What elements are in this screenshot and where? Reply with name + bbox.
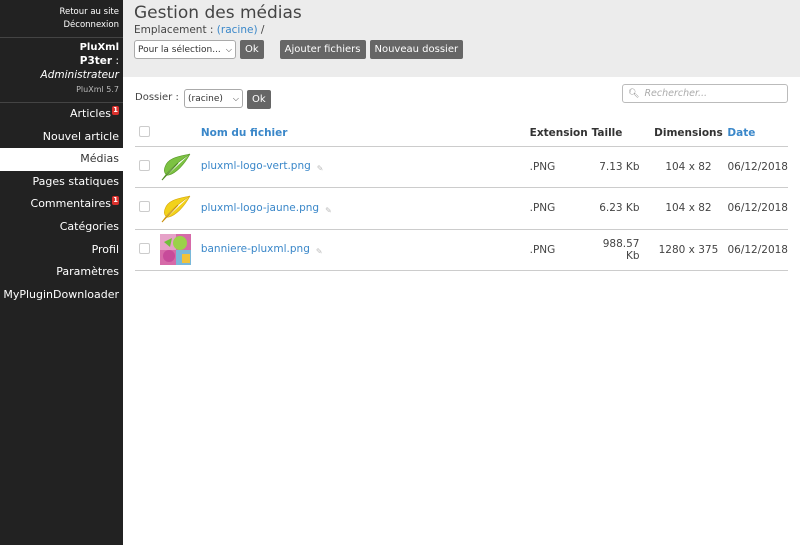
logout-link[interactable]: Déconnexion	[0, 19, 119, 32]
folder-ok-button[interactable]: Ok	[247, 90, 271, 109]
sidebar-item-myplugindownloader[interactable]: MyPluginDownloader	[0, 284, 123, 307]
chevron-down-icon: ⌵	[232, 93, 239, 103]
table-row: pluxml-logo-vert.png ✎ .PNG 7.13 Kb 104 x…	[135, 146, 788, 188]
banner-thumbnail[interactable]	[159, 234, 191, 266]
file-dimensions: 104 x 82	[649, 146, 728, 188]
file-date: 06/12/2018	[727, 187, 788, 230]
file-name-link[interactable]: pluxml-logo-jaune.png	[201, 202, 319, 214]
user-name: P3ter	[79, 55, 113, 67]
file-name-link[interactable]: pluxml-logo-vert.png	[201, 160, 311, 172]
file-dimensions: 104 x 82	[649, 187, 728, 230]
leaf-green-thumbnail[interactable]	[160, 151, 191, 182]
user-role: Administrateur	[40, 69, 119, 81]
sidebar-item-articles[interactable]: Articles 1	[0, 103, 123, 126]
column-header-date[interactable]: Date	[727, 121, 788, 147]
row-checkbox[interactable]	[139, 201, 150, 213]
back-to-site-link[interactable]: Retour au site	[0, 6, 119, 19]
page-title: Gestion des médias	[134, 3, 302, 23]
folder-filter-row: Dossier : (racine) ⌵ Ok 🔍︎ Rechercher...	[135, 84, 788, 109]
file-dimensions: 1280 x 375	[649, 229, 728, 271]
breadcrumb-root-link[interactable]: (racine)	[217, 24, 258, 36]
sidebar-item-label: Catégories	[59, 219, 119, 233]
folder-label: Dossier :	[135, 92, 179, 103]
chevron-down-icon: ⌵	[225, 44, 232, 54]
sidebar-item-comments[interactable]: Commentaires 1	[0, 193, 123, 216]
comments-count-badge: 1	[112, 196, 119, 206]
sidebar-item-label: Paramètres	[56, 265, 119, 279]
bulk-action-select[interactable]: Pour la sélection... ⌵	[134, 40, 236, 59]
table-row: pluxml-logo-jaune.png ✎ .PNG 6.23 Kb 104 …	[135, 187, 788, 230]
top-links: Retour au site Déconnexion	[0, 0, 123, 37]
location-label: Emplacement :	[134, 24, 217, 36]
sidebar-item-label: Profil	[91, 242, 119, 256]
search-input[interactable]: 🔍︎ Rechercher...	[622, 84, 788, 103]
file-extension: .PNG	[529, 146, 592, 188]
file-date: 06/12/2018	[727, 146, 788, 188]
sidebar-item-label: Commentaires	[30, 197, 111, 211]
sidebar-item-profile[interactable]: Profil	[0, 239, 123, 262]
new-folder-button[interactable]: Nouveau dossier	[369, 40, 464, 59]
file-size: 6.23 Kb	[591, 187, 650, 230]
folder-select-value: (racine)	[188, 93, 223, 104]
app-name: PluXml	[79, 42, 119, 53]
file-name-link[interactable]: banniere-pluxml.png	[201, 243, 310, 255]
sidebar-item-new-article[interactable]: Nouvel article	[0, 126, 123, 149]
profile-block: PluXml P3ter : Administrateur PluXml 5.7	[0, 37, 123, 102]
file-extension: .PNG	[529, 229, 592, 271]
sidebar-item-label: MyPluginDownloader	[3, 287, 119, 301]
sidebar-item-settings[interactable]: Paramètres	[0, 261, 123, 284]
column-header-name[interactable]: Nom du fichier	[200, 121, 530, 147]
select-all-checkbox[interactable]	[139, 126, 150, 138]
rename-icon[interactable]: ✎	[317, 164, 324, 173]
sidebar-item-static-pages[interactable]: Pages statiques	[0, 171, 123, 194]
table-header-row: Nom du fichier Extension Taille Dimensio…	[135, 121, 788, 147]
rename-icon[interactable]: ✎	[325, 206, 332, 215]
breadcrumb: Emplacement : (racine) /	[134, 24, 800, 37]
leaf-yellow-thumbnail[interactable]	[160, 193, 191, 224]
search-placeholder: Rechercher...	[644, 88, 708, 99]
breadcrumb-separator: /	[257, 24, 265, 36]
sidebar-item-label: Pages statiques	[32, 174, 119, 188]
page-header: Gestion des médias Emplacement : (racine…	[123, 0, 800, 77]
main-content: Gestion des médias Emplacement : (racine…	[123, 0, 800, 545]
sidebar-item-label: Médias	[80, 152, 119, 166]
main-nav: Articles 1 Nouvel article Médias Pages st…	[0, 102, 123, 306]
user-info: P3ter : Administrateur	[0, 54, 119, 82]
sidebar-item-label: Articles	[69, 107, 111, 120]
user-separator: :	[112, 55, 119, 67]
media-table: Nom du fichier Extension Taille Dimensio…	[135, 121, 788, 271]
search-icon: 🔍︎	[628, 88, 640, 99]
bulk-action-value: Pour la sélection...	[138, 44, 221, 55]
sidebar-item-medias[interactable]: Médias	[0, 148, 123, 171]
sidebar: Retour au site Déconnexion PluXml P3ter …	[0, 0, 123, 545]
column-header-dimensions: Dimensions	[649, 121, 728, 147]
bulk-action-ok-button[interactable]: Ok	[240, 40, 264, 59]
sidebar-item-categories[interactable]: Catégories	[0, 216, 123, 239]
file-date: 06/12/2018	[727, 229, 788, 271]
row-checkbox[interactable]	[139, 242, 150, 254]
file-size: 988.57 Kb	[591, 229, 650, 271]
media-panel: Dossier : (racine) ⌵ Ok 🔍︎ Rechercher... N…	[123, 77, 800, 271]
sidebar-item-label: Nouvel article	[42, 129, 119, 143]
rename-icon[interactable]: ✎	[316, 247, 323, 256]
folder-select[interactable]: (racine) ⌵	[184, 89, 243, 108]
app-version: PluXml 5.7	[76, 85, 119, 94]
column-header-size: Taille	[591, 121, 650, 147]
column-header-extension: Extension	[529, 121, 592, 147]
file-size: 7.13 Kb	[591, 146, 650, 188]
table-row: banniere-pluxml.png ✎ .PNG 988.57 Kb 1280…	[135, 229, 788, 271]
articles-count-badge: 1	[112, 106, 119, 115]
header-actions: Pour la sélection... ⌵ Ok Ajouter fichier…	[134, 40, 800, 59]
add-files-button[interactable]: Ajouter fichiers	[279, 40, 366, 59]
file-extension: .PNG	[529, 187, 592, 230]
row-checkbox[interactable]	[139, 159, 150, 171]
